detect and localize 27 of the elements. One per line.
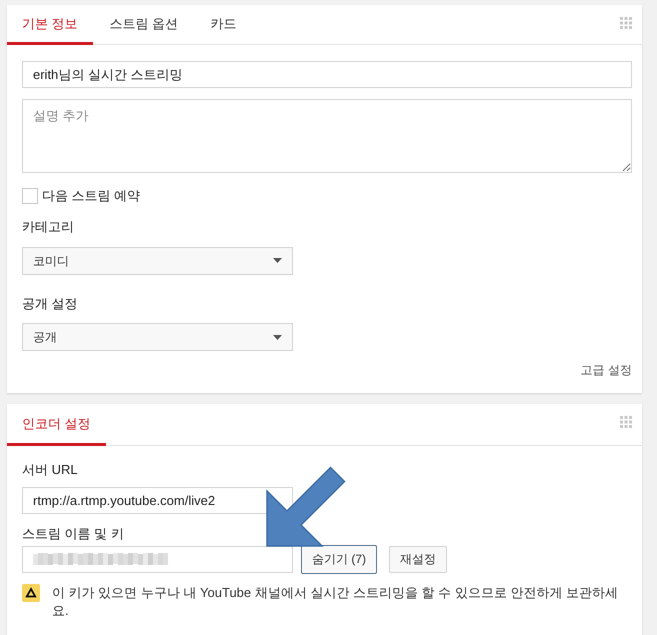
drag-handle-icon[interactable] [620, 17, 632, 29]
checkbox-label: 다음 스트림 예약 [42, 188, 140, 204]
title-field[interactable]: erith님의 실시간 스트리밍 [22, 61, 632, 88]
field-label: 카테고리 [22, 219, 74, 235]
tab[interactable]: 기본 정보 [7, 5, 93, 45]
warning-icon [22, 584, 40, 602]
button[interactable]: 재설정 [389, 546, 447, 572]
dropdown-value: 코미디 [33, 252, 69, 270]
description-field[interactable]: 설명 추가 [22, 99, 632, 173]
dropdown-value: 공개 [33, 329, 57, 346]
field-label: 스트림 이름 및 키 [22, 526, 124, 542]
checkbox[interactable] [22, 188, 38, 204]
server-url-field[interactable]: rtmp://a.rtmp.youtube.com/live2 [22, 486, 293, 514]
stream-key-field[interactable] [22, 546, 293, 572]
caret-icon [273, 334, 282, 340]
dropdown[interactable]: 공개 [22, 323, 293, 351]
field-label: 공개 설정 [22, 296, 78, 312]
button[interactable]: 숨기기 (7) [301, 544, 377, 574]
caret-icon [273, 258, 282, 263]
tab[interactable]: 인코더 설정 [7, 404, 106, 446]
drag-handle-icon[interactable] [620, 416, 632, 428]
field-label: 서버 URL [22, 462, 78, 478]
tab[interactable]: 카드 [195, 5, 252, 45]
advanced-settings-link[interactable]: 고급 설정 [580, 363, 632, 378]
tab[interactable]: 스트림 옵션 [94, 5, 194, 45]
warning-text: 이 키가 있으면 누구나 내 YouTube 채널에서 실시간 스트리밍을 할 수 있으므로 안전하게 보관하세요. [52, 584, 620, 620]
dropdown[interactable]: 코미디 [22, 246, 293, 274]
